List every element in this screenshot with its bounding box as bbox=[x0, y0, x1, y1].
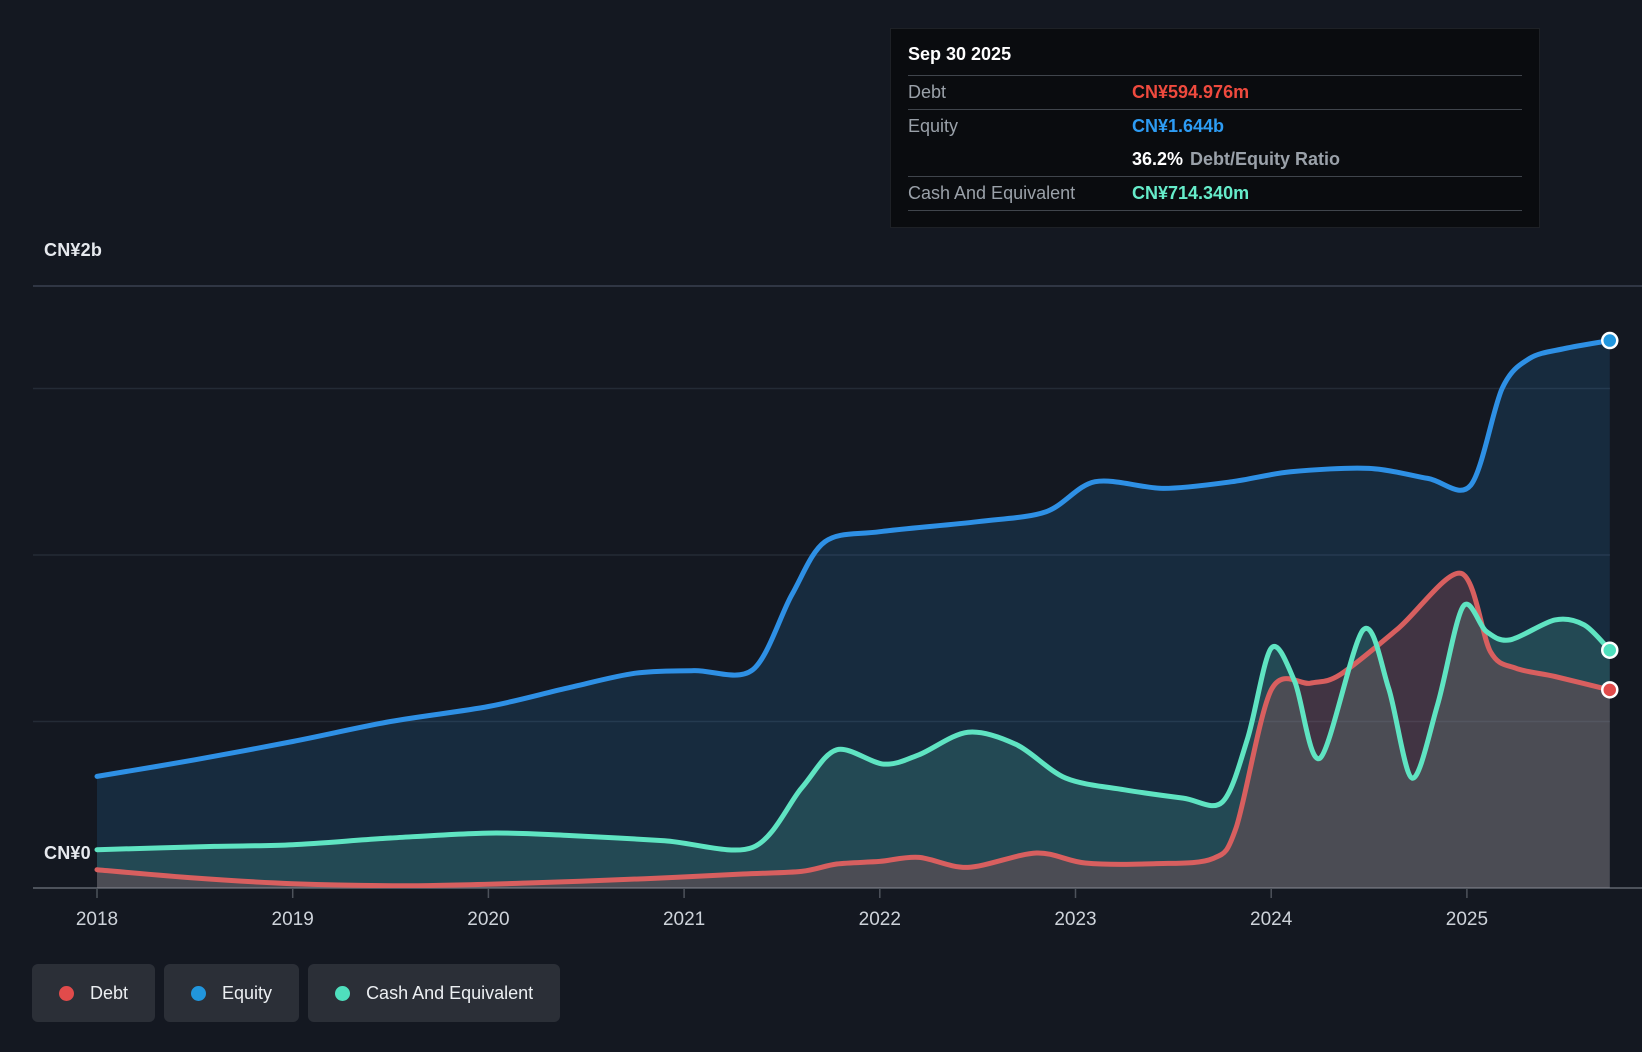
tooltip-cash-value: CN¥714.340m bbox=[1132, 183, 1250, 203]
year-label-2018: 2018 bbox=[76, 909, 118, 930]
legend-equity-label: Equity bbox=[222, 982, 273, 1003]
legend-item-debt[interactable]: Debt bbox=[32, 964, 156, 1022]
cash-end-marker bbox=[1601, 641, 1619, 659]
debt-color-dot-icon bbox=[59, 985, 74, 1001]
tooltip-row-equity: Equity CN¥1.644b bbox=[908, 110, 1522, 143]
year-label-2025: 2025 bbox=[1446, 909, 1488, 930]
tooltip-row-debt: Debt CN¥594.976m bbox=[908, 76, 1522, 110]
y-axis-zero-label: CN¥0 bbox=[44, 843, 91, 863]
legend-debt-label: Debt bbox=[90, 982, 129, 1003]
equity-end-marker bbox=[1601, 331, 1619, 350]
chart-tooltip: Sep 30 2025 Debt CN¥594.976m Equity CN¥1… bbox=[890, 28, 1540, 228]
y-axis-max-label: CN¥2b bbox=[44, 240, 103, 260]
legend-cash-label: Cash And Equivalent bbox=[366, 982, 534, 1003]
tooltip-row-ratio: 36.2% Debt/Equity Ratio bbox=[908, 143, 1522, 177]
tooltip-row-cash: Cash And Equivalent CN¥714.340m bbox=[908, 177, 1522, 211]
year-label-2020: 2020 bbox=[467, 909, 509, 930]
year-label-2019: 2019 bbox=[272, 909, 314, 930]
year-label-2024: 2024 bbox=[1250, 909, 1293, 930]
tooltip-ratio-label: Debt/Equity Ratio bbox=[1190, 149, 1341, 169]
debt-equity-history-chart[interactable]: 2018 2019 2020 2021 2022 2023 2024 2025 CN¥2b C… bbox=[0, 0, 1642, 1052]
area-fills bbox=[97, 340, 1610, 888]
tooltip-ratio-value: 36.2% bbox=[1132, 149, 1184, 169]
tooltip-debt-value: CN¥594.976m bbox=[1132, 82, 1250, 102]
legend-item-cash[interactable]: Cash And Equivalent bbox=[308, 964, 561, 1022]
x-axis bbox=[33, 887, 1642, 898]
tooltip-debt-label: Debt bbox=[908, 82, 947, 102]
tooltip-equity-label: Equity bbox=[908, 116, 959, 136]
chart-legend: Debt Equity Cash And Equivalent bbox=[32, 964, 561, 1022]
year-label-2022: 2022 bbox=[859, 909, 901, 930]
x-axis-labels: 2018 2019 2020 2021 2022 2023 2024 2025 bbox=[76, 909, 1488, 930]
debt-end-marker bbox=[1601, 681, 1619, 699]
tooltip-date: Sep 30 2025 bbox=[908, 35, 1522, 76]
tooltip-cash-label: Cash And Equivalent bbox=[908, 183, 1076, 203]
tooltip-equity-value: CN¥1.644b bbox=[1132, 116, 1225, 136]
year-label-2021: 2021 bbox=[663, 909, 705, 930]
equity-color-dot-icon bbox=[191, 985, 207, 1001]
year-label-2023: 2023 bbox=[1054, 909, 1096, 930]
legend-item-equity[interactable]: Equity bbox=[164, 964, 300, 1022]
cash-color-dot-icon bbox=[335, 985, 351, 1001]
